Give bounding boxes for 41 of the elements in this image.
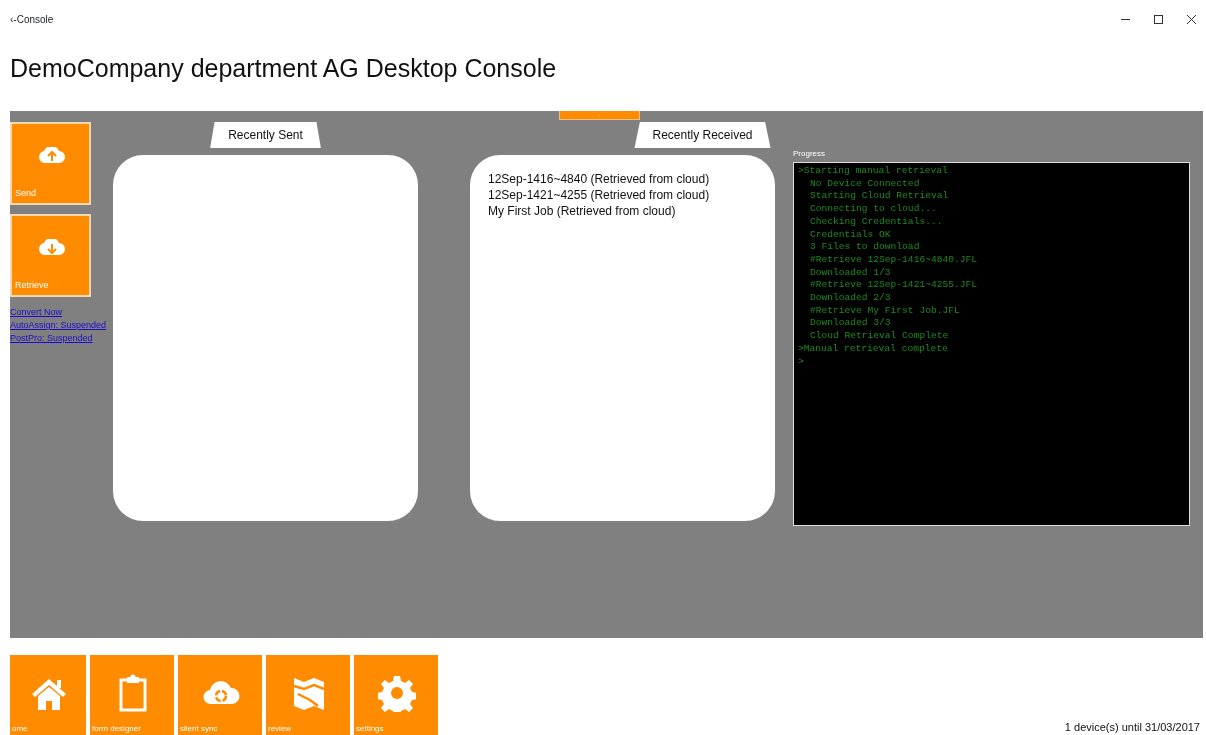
nav-tile-button[interactable]: settings xyxy=(354,655,438,735)
log-line: #Retrieve 12Sep-1421~4255.JFL xyxy=(809,279,978,293)
log-line: #Retrieve 12Sep-1416~4840.JFL xyxy=(809,253,978,267)
log-line: > xyxy=(798,355,805,369)
log-line: Cloud Retrieval Complete xyxy=(809,330,950,343)
minimize-icon[interactable] xyxy=(1121,18,1130,20)
page-heading: DemoCompany department AG Desktop Console xyxy=(10,53,558,84)
log-line: Checking Credentials... xyxy=(809,215,944,229)
recently-sent-tab[interactable]: Recently Sent xyxy=(210,122,321,148)
side-tile-button[interactable]: Retrieve xyxy=(10,214,91,297)
log-line: No Device Connected xyxy=(809,177,921,191)
received-item[interactable]: 12Sep-1421~4255 (Retrieved from cloud) xyxy=(488,187,757,203)
settings-icon xyxy=(378,674,416,712)
log-line: 3 Files to download xyxy=(809,241,921,254)
log-line: Downloaded 3/3 xyxy=(809,317,892,331)
close-icon[interactable] xyxy=(1187,14,1196,24)
log-line: Starting Cloud Retrieval xyxy=(809,190,950,204)
side-tile-button[interactable]: Send xyxy=(10,122,91,205)
log-line: #Retrieve My First Job.JFL xyxy=(809,304,961,318)
side-link[interactable]: PostPro: Suspended xyxy=(10,332,114,345)
maximize-icon[interactable] xyxy=(1154,14,1163,24)
nav-tile-button[interactable]: review xyxy=(266,655,350,735)
window-title: ‹-Console xyxy=(10,12,54,27)
cloud-upload-icon xyxy=(39,147,65,164)
log-line: >Starting manual retrieval xyxy=(798,165,949,178)
cloud-download-icon xyxy=(39,239,65,256)
log-line: Downloaded 1/3 xyxy=(809,266,892,280)
progress-label: Progress xyxy=(793,148,826,160)
log-line: Downloaded 2/3 xyxy=(809,292,892,305)
received-item[interactable]: 12Sep-1416~4840 (Retrieved from cloud) xyxy=(488,171,757,187)
received-item[interactable]: My First Job (Retrieved from cloud) xyxy=(488,203,757,219)
recently-received-tab[interactable]: Recently Received xyxy=(634,122,771,148)
log-line: Credentials OK xyxy=(809,228,892,242)
side-link[interactable]: Convert Now xyxy=(10,306,114,319)
nav-tile-button[interactable]: silent sync xyxy=(178,655,262,735)
nav-tile-button[interactable]: ome xyxy=(10,655,86,735)
side-link[interactable]: AutoAssign: Suspended xyxy=(10,319,114,332)
log-line: Connecting to cloud... xyxy=(809,203,938,216)
log-line: >Manual retrieval complete xyxy=(798,342,949,356)
license-status: 1 device(s) until 31/03/2017 xyxy=(1064,719,1200,735)
nav-tile-button[interactable]: form designer xyxy=(90,655,174,735)
